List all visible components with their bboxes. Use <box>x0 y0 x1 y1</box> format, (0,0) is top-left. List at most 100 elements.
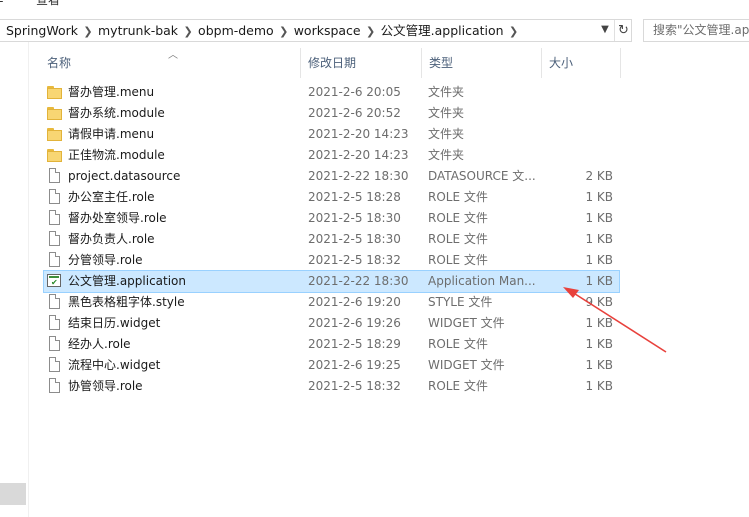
file-name: 协管领导.role <box>68 379 143 393</box>
search-input[interactable]: 搜索"公文管理.ap <box>643 19 749 42</box>
file-icon <box>49 189 60 204</box>
breadcrumb-item[interactable]: mytrunk-bak <box>98 20 178 41</box>
file-type: 文件夹 <box>428 127 465 141</box>
file-icon <box>49 378 60 393</box>
navigation-pane[interactable] <box>0 42 29 517</box>
file-date: 2021-2-6 19:26 <box>308 316 401 330</box>
folder-icon <box>47 107 63 120</box>
file-date: 2021-2-22 18:30 <box>308 274 409 288</box>
file-size: 1 KB <box>585 253 613 267</box>
file-type: ROLE 文件 <box>428 337 488 351</box>
file-date: 2021-2-20 14:23 <box>308 148 409 162</box>
breadcrumb-separator-icon[interactable]: ❯ <box>361 21 381 42</box>
breadcrumb-separator-icon[interactable]: ❯ <box>274 21 294 42</box>
navigation-selected-item[interactable] <box>0 483 26 505</box>
breadcrumb-item[interactable]: workspace <box>294 20 361 41</box>
file-type: WIDGET 文件 <box>428 316 505 330</box>
breadcrumb-item[interactable]: SpringWork <box>6 20 78 41</box>
file-size: 1 KB <box>585 232 613 246</box>
file-icon <box>49 231 60 246</box>
file-row[interactable]: 督办系统.module 2021-2-6 20:52 文件夹 <box>44 103 619 124</box>
folder-icon <box>47 86 63 99</box>
file-name: 督办管理.menu <box>68 85 155 99</box>
address-bar[interactable]: SpringWork ❯ mytrunk-bak ❯ obpm-demo ❯ workspa… <box>0 19 632 42</box>
file-type: ROLE 文件 <box>428 253 488 267</box>
file-date: 2021-2-22 18:30 <box>308 169 409 183</box>
file-name: 督办处室领导.role <box>68 211 167 225</box>
file-date: 2021-2-20 14:23 <box>308 127 409 141</box>
file-size: 1 KB <box>585 211 613 225</box>
file-icon <box>49 210 60 225</box>
menu-item-view[interactable]: 查看 <box>36 0 60 8</box>
file-row[interactable]: 办公室主任.role 2021-2-5 18:28 ROLE 文件 1 KB <box>44 187 619 208</box>
column-divider[interactable] <box>620 48 621 78</box>
file-row[interactable]: project.datasource 2021-2-22 18:30 DATAS… <box>44 166 619 187</box>
file-row[interactable]: 督办负责人.role 2021-2-5 18:30 ROLE 文件 1 KB <box>44 229 619 250</box>
file-icon <box>49 168 60 183</box>
menu-item-partial[interactable]: E <box>0 0 4 5</box>
file-size: 1 KB <box>585 337 613 351</box>
file-size: 1 KB <box>585 379 613 393</box>
file-type: Application Man... <box>428 274 536 288</box>
file-date: 2021-2-5 18:32 <box>308 379 401 393</box>
file-row[interactable]: 督办管理.menu 2021-2-6 20:05 文件夹 <box>44 82 619 103</box>
file-name: 分管领导.role <box>68 253 143 267</box>
file-row[interactable]: 督办处室领导.role 2021-2-5 18:30 ROLE 文件 1 KB <box>44 208 619 229</box>
file-icon <box>49 357 60 372</box>
file-type: STYLE 文件 <box>428 295 493 309</box>
file-type: ROLE 文件 <box>428 211 488 225</box>
file-name: 督办系统.module <box>68 106 165 120</box>
file-row[interactable]: 协管领导.role 2021-2-5 18:32 ROLE 文件 1 KB <box>44 376 619 397</box>
breadcrumb-separator-icon[interactable]: ❯ <box>78 21 98 42</box>
file-type: ROLE 文件 <box>428 232 488 246</box>
file-row[interactable]: 结束日历.widget 2021-2-6 19:26 WIDGET 文件 1 K… <box>44 313 619 334</box>
file-date: 2021-2-6 20:05 <box>308 85 401 99</box>
file-date: 2021-2-6 19:20 <box>308 295 401 309</box>
file-row[interactable]: 流程中心.widget 2021-2-6 19:25 WIDGET 文件 1 K… <box>44 355 619 376</box>
file-date: 2021-2-6 19:25 <box>308 358 401 372</box>
column-headers: ︿ 名称 修改日期 类型 大小 <box>30 48 630 78</box>
file-name: 结束日历.widget <box>68 316 161 330</box>
refresh-icon[interactable]: ↻ <box>614 20 632 41</box>
file-row[interactable]: 经办人.role 2021-2-5 18:29 ROLE 文件 1 KB <box>44 334 619 355</box>
file-row[interactable]: 正佳物流.module 2021-2-20 14:23 文件夹 <box>44 145 619 166</box>
chevron-down-icon[interactable]: ▼ <box>598 23 612 37</box>
folder-icon <box>47 128 63 141</box>
file-name: 请假申请.menu <box>68 127 155 141</box>
file-size: 1 KB <box>585 358 613 372</box>
file-size: 2 KB <box>585 169 613 183</box>
file-icon <box>49 294 60 309</box>
file-date: 2021-2-6 20:52 <box>308 106 401 120</box>
file-type: WIDGET 文件 <box>428 358 505 372</box>
column-header-date[interactable]: 修改日期 <box>301 48 421 78</box>
file-list: 督办管理.menu 2021-2-6 20:05 文件夹 督办系统.module… <box>43 82 620 397</box>
file-type: 文件夹 <box>428 85 465 99</box>
file-row[interactable]: 黑色表格粗字体.style 2021-2-6 19:20 STYLE 文件 9 … <box>44 292 619 313</box>
file-name: 流程中心.widget <box>68 358 161 372</box>
file-row[interactable]: 请假申请.menu 2021-2-20 14:23 文件夹 <box>44 124 619 145</box>
file-name: 黑色表格粗字体.style <box>68 295 185 309</box>
file-date: 2021-2-5 18:28 <box>308 190 401 204</box>
file-size: 9 KB <box>585 295 613 309</box>
file-name: 督办负责人.role <box>68 232 155 246</box>
column-header-name[interactable]: 名称 <box>40 48 300 78</box>
column-header-size[interactable]: 大小 <box>542 48 620 78</box>
file-icon <box>49 315 60 330</box>
breadcrumb-item[interactable]: obpm-demo <box>198 20 274 41</box>
file-type: DATASOURCE 文... <box>428 169 536 183</box>
file-date: 2021-2-5 18:30 <box>308 211 401 225</box>
breadcrumb: SpringWork ❯ mytrunk-bak ❯ obpm-demo ❯ workspa… <box>6 20 524 41</box>
file-row[interactable]: 分管领导.role 2021-2-5 18:32 ROLE 文件 1 KB <box>44 250 619 271</box>
file-icon <box>49 252 60 267</box>
file-size: 1 KB <box>585 316 613 330</box>
file-row-selected[interactable]: ✔ 公文管理.application 2021-2-22 18:30 Appli… <box>43 270 620 293</box>
breadcrumb-separator-icon[interactable]: ❯ <box>504 21 524 42</box>
file-name: project.datasource <box>68 169 181 183</box>
breadcrumb-item[interactable]: 公文管理.application <box>381 20 504 41</box>
file-type: 文件夹 <box>428 148 465 162</box>
column-header-type[interactable]: 类型 <box>422 48 541 78</box>
file-icon <box>49 336 60 351</box>
menu-bar: E 查看 <box>0 0 749 13</box>
file-name: 办公室主任.role <box>68 190 155 204</box>
breadcrumb-separator-icon[interactable]: ❯ <box>178 21 198 42</box>
